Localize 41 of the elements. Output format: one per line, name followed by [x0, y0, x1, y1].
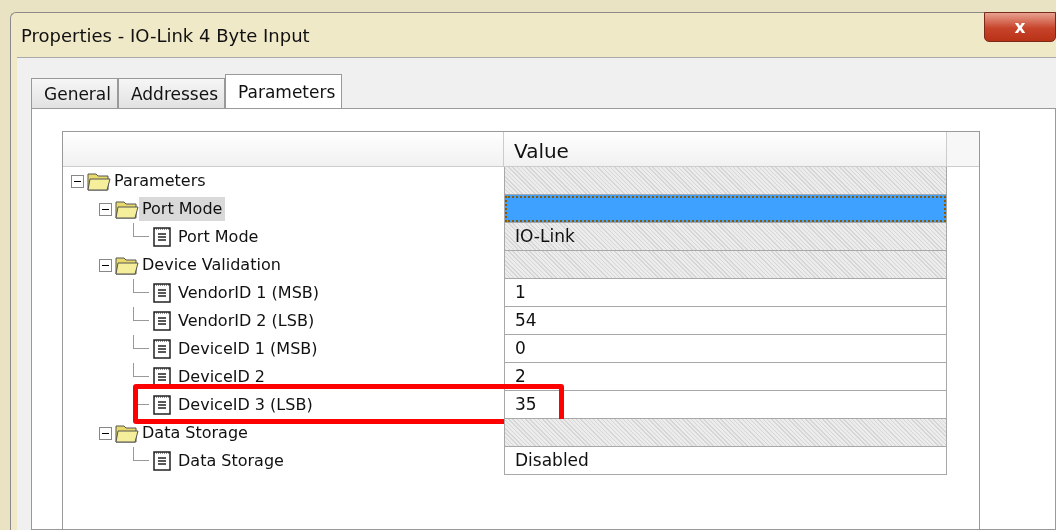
folder-icon — [115, 254, 139, 276]
folder-icon — [87, 170, 111, 192]
value-cell[interactable] — [504, 167, 947, 195]
tree-item[interactable]: Port Mode — [139, 197, 226, 221]
tree-item[interactable]: DeviceID 3 (LSB) — [175, 393, 316, 417]
value-cell[interactable] — [504, 419, 947, 447]
folder-icon — [115, 422, 139, 444]
value-cell[interactable]: 2 — [504, 363, 947, 391]
close-button[interactable]: x — [984, 12, 1056, 42]
document-icon — [153, 450, 171, 472]
value-cell[interactable] — [504, 251, 947, 279]
document-icon — [153, 310, 171, 332]
collapse-icon[interactable] — [71, 174, 84, 188]
tree-item[interactable]: DeviceID 1 (MSB) — [175, 337, 321, 361]
document-icon — [153, 394, 171, 416]
tab[interactable]: Parameters — [225, 74, 343, 108]
collapse-icon[interactable] — [99, 426, 112, 440]
tree-item[interactable]: Data Storage — [175, 449, 287, 473]
document-icon — [153, 282, 171, 304]
value-cell[interactable]: 54 — [504, 307, 947, 335]
column-header[interactable]: Value — [504, 132, 947, 166]
value-cell[interactable]: IO-Link — [504, 223, 947, 251]
tree-item[interactable]: Device Validation — [139, 253, 284, 277]
document-icon — [153, 226, 171, 248]
value-cell[interactable]: 0 — [504, 335, 947, 363]
tree-item[interactable]: VendorID 2 (LSB) — [175, 309, 318, 333]
collapse-icon[interactable] — [99, 202, 112, 216]
tree-item[interactable]: DeviceID 2 — [175, 365, 269, 389]
collapse-icon[interactable] — [99, 258, 112, 272]
tree-item[interactable]: VendorID 1 (MSB) — [175, 281, 323, 305]
document-icon — [153, 338, 171, 360]
tree-item[interactable]: Data Storage — [139, 421, 251, 445]
tree-item[interactable]: Port Mode — [175, 225, 262, 249]
tree-item[interactable]: Parameters — [111, 169, 209, 193]
value-cell[interactable]: Disabled — [504, 447, 947, 475]
folder-icon — [115, 198, 139, 220]
window-title: Properties - IO-Link 4 Byte Input — [21, 23, 310, 48]
selected-value-cell[interactable] — [504, 195, 947, 223]
value-cell[interactable]: 1 — [504, 279, 947, 307]
tab[interactable]: General — [31, 78, 118, 108]
tab[interactable]: Addresses — [118, 78, 226, 108]
